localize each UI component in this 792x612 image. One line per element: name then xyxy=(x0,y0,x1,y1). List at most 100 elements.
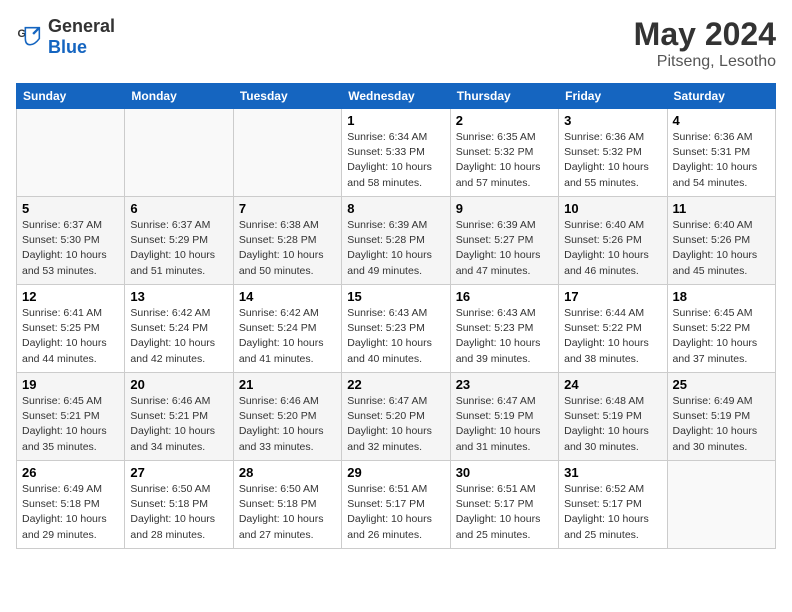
day-number: 31 xyxy=(564,465,661,480)
calendar-day-6: 6 Sunrise: 6:37 AMSunset: 5:29 PMDaylight… xyxy=(125,197,233,285)
day-number: 11 xyxy=(673,201,770,216)
day-info: Sunrise: 6:40 AMSunset: 5:26 PMDaylight:… xyxy=(673,218,770,279)
day-info: Sunrise: 6:51 AMSunset: 5:17 PMDaylight:… xyxy=(347,482,444,543)
day-info: Sunrise: 6:48 AMSunset: 5:19 PMDaylight:… xyxy=(564,394,661,455)
calendar-header: SundayMondayTuesdayWednesdayThursdayFrid… xyxy=(17,84,776,109)
day-info: Sunrise: 6:51 AMSunset: 5:17 PMDaylight:… xyxy=(456,482,553,543)
day-header-wednesday: Wednesday xyxy=(342,84,450,109)
day-number: 17 xyxy=(564,289,661,304)
calendar-day-7: 7 Sunrise: 6:38 AMSunset: 5:28 PMDaylight… xyxy=(233,197,341,285)
day-number: 25 xyxy=(673,377,770,392)
day-info: Sunrise: 6:45 AMSunset: 5:21 PMDaylight:… xyxy=(22,394,119,455)
title-block: May 2024 Pitseng, Lesotho xyxy=(634,16,776,71)
day-number: 7 xyxy=(239,201,336,216)
day-header-saturday: Saturday xyxy=(667,84,775,109)
calendar-day-29: 29Sunrise: 6:51 AMSunset: 5:17 PMDayligh… xyxy=(342,461,450,549)
day-number: 9 xyxy=(456,201,553,216)
day-number: 19 xyxy=(22,377,119,392)
day-info: Sunrise: 6:39 AMSunset: 5:27 PMDaylight:… xyxy=(456,218,553,279)
empty-cell xyxy=(17,109,125,197)
day-info: Sunrise: 6:35 AMSunset: 5:32 PMDaylight:… xyxy=(456,130,553,191)
day-number: 18 xyxy=(673,289,770,304)
calendar-table: SundayMondayTuesdayWednesdayThursdayFrid… xyxy=(16,83,776,549)
day-number: 24 xyxy=(564,377,661,392)
calendar-week-4: 19 Sunrise: 6:45 AMSunset: 5:21 PMDayligh… xyxy=(17,373,776,461)
day-info: Sunrise: 6:43 AMSunset: 5:23 PMDaylight:… xyxy=(347,306,444,367)
calendar-day-9: 9 Sunrise: 6:39 AMSunset: 5:27 PMDaylight… xyxy=(450,197,558,285)
day-number: 6 xyxy=(130,201,227,216)
calendar-day-12: 12Sunrise: 6:41 AMSunset: 5:25 PMDayligh… xyxy=(17,285,125,373)
day-header-friday: Friday xyxy=(559,84,667,109)
day-number: 12 xyxy=(22,289,119,304)
day-number: 14 xyxy=(239,289,336,304)
day-header-thursday: Thursday xyxy=(450,84,558,109)
calendar-day-17: 17 Sunrise: 6:44 AMSunset: 5:22 PMDayligh… xyxy=(559,285,667,373)
calendar-day-22: 22Sunrise: 6:47 AMSunset: 5:20 PMDayligh… xyxy=(342,373,450,461)
day-info: Sunrise: 6:43 AMSunset: 5:23 PMDaylight:… xyxy=(456,306,553,367)
day-info: Sunrise: 6:36 AMSunset: 5:32 PMDaylight:… xyxy=(564,130,661,191)
calendar-day-8: 8 Sunrise: 6:39 AMSunset: 5:28 PMDaylight… xyxy=(342,197,450,285)
day-number: 3 xyxy=(564,113,661,128)
day-number: 30 xyxy=(456,465,553,480)
day-number: 4 xyxy=(673,113,770,128)
calendar-body: 1 Sunrise: 6:34 AMSunset: 5:33 PMDaylight… xyxy=(17,109,776,549)
calendar-day-16: 16 Sunrise: 6:43 AMSunset: 5:23 PMDayligh… xyxy=(450,285,558,373)
day-info: Sunrise: 6:42 AMSunset: 5:24 PMDaylight:… xyxy=(130,306,227,367)
calendar-week-5: 26Sunrise: 6:49 AMSunset: 5:18 PMDayligh… xyxy=(17,461,776,549)
day-info: Sunrise: 6:49 AMSunset: 5:19 PMDaylight:… xyxy=(673,394,770,455)
day-header-tuesday: Tuesday xyxy=(233,84,341,109)
day-number: 5 xyxy=(22,201,119,216)
calendar-day-3: 3 Sunrise: 6:36 AMSunset: 5:32 PMDaylight… xyxy=(559,109,667,197)
day-info: Sunrise: 6:36 AMSunset: 5:31 PMDaylight:… xyxy=(673,130,770,191)
day-number: 23 xyxy=(456,377,553,392)
calendar-day-31: 31Sunrise: 6:52 AMSunset: 5:17 PMDayligh… xyxy=(559,461,667,549)
calendar-week-3: 12Sunrise: 6:41 AMSunset: 5:25 PMDayligh… xyxy=(17,285,776,373)
day-info: Sunrise: 6:47 AMSunset: 5:19 PMDaylight:… xyxy=(456,394,553,455)
day-header-monday: Monday xyxy=(125,84,233,109)
calendar-day-11: 11 Sunrise: 6:40 AMSunset: 5:26 PMDayligh… xyxy=(667,197,775,285)
calendar-day-30: 30 Sunrise: 6:51 AMSunset: 5:17 PMDayligh… xyxy=(450,461,558,549)
day-info: Sunrise: 6:38 AMSunset: 5:28 PMDaylight:… xyxy=(239,218,336,279)
location-subtitle: Pitseng, Lesotho xyxy=(634,53,776,71)
calendar-day-14: 14Sunrise: 6:42 AMSunset: 5:24 PMDayligh… xyxy=(233,285,341,373)
logo-text-block: General Blue xyxy=(48,16,115,58)
month-year-title: May 2024 xyxy=(634,16,776,53)
day-info: Sunrise: 6:46 AMSunset: 5:21 PMDaylight:… xyxy=(130,394,227,455)
day-number: 21 xyxy=(239,377,336,392)
day-number: 8 xyxy=(347,201,444,216)
calendar-day-13: 13Sunrise: 6:42 AMSunset: 5:24 PMDayligh… xyxy=(125,285,233,373)
day-number: 10 xyxy=(564,201,661,216)
logo-blue: Blue xyxy=(48,37,87,57)
day-number: 16 xyxy=(456,289,553,304)
day-info: Sunrise: 6:50 AMSunset: 5:18 PMDaylight:… xyxy=(239,482,336,543)
day-number: 22 xyxy=(347,377,444,392)
day-info: Sunrise: 6:44 AMSunset: 5:22 PMDaylight:… xyxy=(564,306,661,367)
page-header: G General Blue May 2024 Pitseng, Lesotho xyxy=(16,16,776,71)
day-header-sunday: Sunday xyxy=(17,84,125,109)
day-number: 2 xyxy=(456,113,553,128)
generalblue-logo-icon: G xyxy=(16,23,44,51)
calendar-week-2: 5Sunrise: 6:37 AMSunset: 5:30 PMDaylight… xyxy=(17,197,776,285)
empty-cell xyxy=(125,109,233,197)
day-number: 28 xyxy=(239,465,336,480)
calendar-day-21: 21 Sunrise: 6:46 AMSunset: 5:20 PMDayligh… xyxy=(233,373,341,461)
days-of-week-row: SundayMondayTuesdayWednesdayThursdayFrid… xyxy=(17,84,776,109)
calendar-day-18: 18 Sunrise: 6:45 AMSunset: 5:22 PMDayligh… xyxy=(667,285,775,373)
day-info: Sunrise: 6:37 AMSunset: 5:29 PMDaylight:… xyxy=(130,218,227,279)
day-info: Sunrise: 6:40 AMSunset: 5:26 PMDaylight:… xyxy=(564,218,661,279)
day-info: Sunrise: 6:39 AMSunset: 5:28 PMDaylight:… xyxy=(347,218,444,279)
day-info: Sunrise: 6:50 AMSunset: 5:18 PMDaylight:… xyxy=(130,482,227,543)
calendar-day-27: 27Sunrise: 6:50 AMSunset: 5:18 PMDayligh… xyxy=(125,461,233,549)
empty-cell xyxy=(667,461,775,549)
day-number: 20 xyxy=(130,377,227,392)
day-info: Sunrise: 6:34 AMSunset: 5:33 PMDaylight:… xyxy=(347,130,444,191)
empty-cell xyxy=(233,109,341,197)
day-info: Sunrise: 6:46 AMSunset: 5:20 PMDaylight:… xyxy=(239,394,336,455)
calendar-day-5: 5Sunrise: 6:37 AMSunset: 5:30 PMDaylight… xyxy=(17,197,125,285)
calendar-day-24: 24 Sunrise: 6:48 AMSunset: 5:19 PMDayligh… xyxy=(559,373,667,461)
calendar-day-1: 1 Sunrise: 6:34 AMSunset: 5:33 PMDaylight… xyxy=(342,109,450,197)
day-info: Sunrise: 6:45 AMSunset: 5:22 PMDaylight:… xyxy=(673,306,770,367)
day-info: Sunrise: 6:49 AMSunset: 5:18 PMDaylight:… xyxy=(22,482,119,543)
logo-general: General xyxy=(48,16,115,36)
day-number: 1 xyxy=(347,113,444,128)
